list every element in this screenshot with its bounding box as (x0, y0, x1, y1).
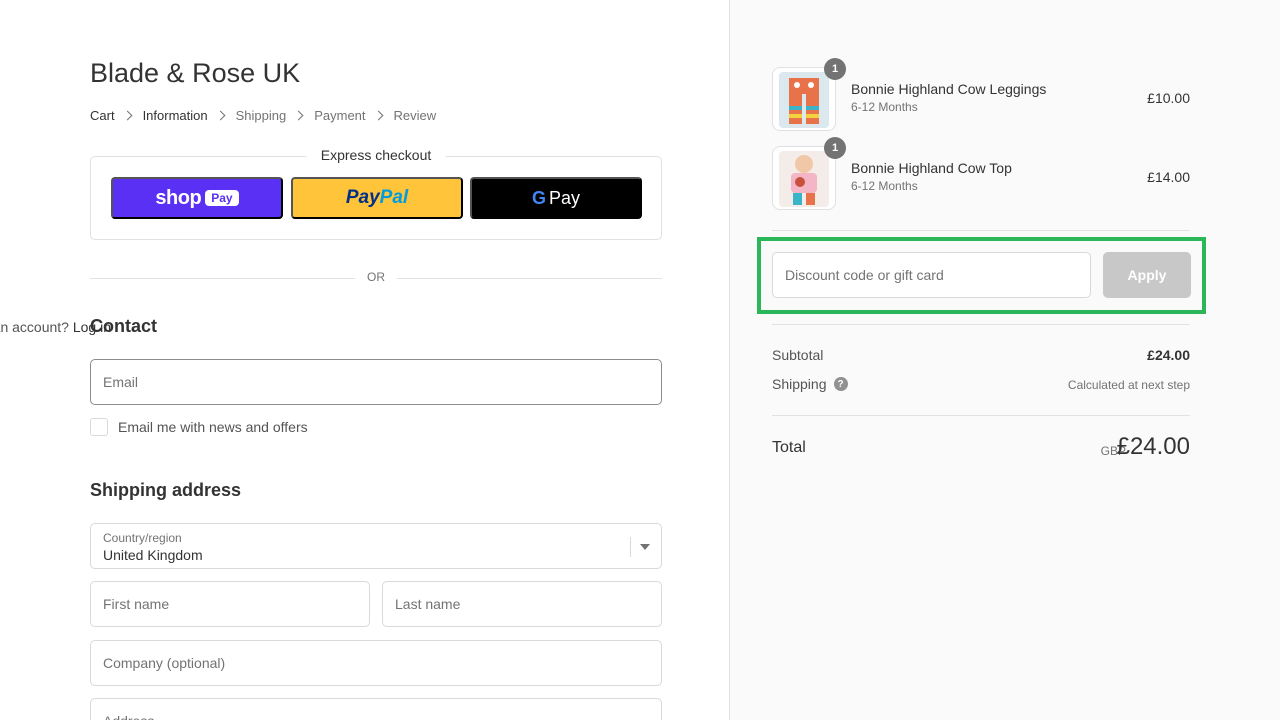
first-name-input[interactable] (90, 581, 370, 627)
top-image (779, 151, 829, 207)
summary-divider (772, 415, 1190, 416)
express-checkout-title: Express checkout (306, 147, 446, 163)
select-separator (630, 537, 631, 557)
breadcrumb-information: Information (142, 108, 208, 123)
newsletter-checkbox[interactable] (90, 418, 108, 436)
checkout-main: Blade & Rose UK Cart Information Shippin… (0, 0, 729, 720)
item-name: Bonnie Highland Cow Leggings (851, 81, 1047, 97)
discount-code-input[interactable] (772, 252, 1091, 298)
breadcrumb-cart[interactable]: Cart (90, 108, 115, 123)
country-value: United Kingdom (103, 547, 203, 563)
last-name-input[interactable] (382, 581, 662, 627)
shipping-address-title: Shipping address (90, 480, 242, 500)
total-label: Total (772, 439, 806, 456)
paypal-logo-part2: Pal (379, 187, 409, 208)
account-prompt: Have an account? Log in (0, 319, 111, 335)
or-divider: OR (90, 270, 662, 286)
summary-divider (772, 324, 1190, 325)
or-text: OR (367, 270, 385, 284)
subtotal-value: £24.00 (1147, 347, 1190, 363)
google-pay-logo: G Pay (532, 188, 580, 209)
newsletter-label: Email me with news and offers (118, 419, 308, 435)
chevron-right-icon (215, 110, 226, 121)
breadcrumb: Cart Information Shipping Payment Review (90, 108, 436, 123)
google-g-icon: G (531, 187, 546, 208)
breadcrumb-review: Review (393, 108, 437, 123)
country-select[interactable]: Country/region United Kingdom (90, 523, 662, 569)
chevron-right-icon (122, 110, 133, 121)
shipping-label: Shipping (772, 376, 827, 392)
chevron-right-icon (293, 110, 304, 121)
summary-divider (772, 230, 1190, 231)
google-pay-word: Pay (548, 187, 581, 208)
breadcrumb-shipping: Shipping (235, 108, 287, 123)
quantity-badge: 1 (824, 137, 846, 159)
store-name[interactable]: Blade & Rose UK (90, 58, 300, 89)
item-price: £14.00 (1147, 169, 1190, 185)
breadcrumb-payment: Payment (314, 108, 366, 123)
express-checkout: Express checkout shop Pay PayPal G Pay (90, 147, 662, 240)
paypal-logo-part1: Pay (345, 187, 380, 208)
login-link[interactable]: Log in (73, 319, 111, 335)
paypal-logo: PayPal (346, 187, 408, 209)
item-variant: 6-12 Months (851, 179, 918, 193)
item-variant: 6-12 Months (851, 100, 918, 114)
chevron-down-icon (640, 544, 650, 550)
newsletter-checkbox-row[interactable]: Email me with news and offers (90, 418, 308, 436)
country-label: Country/region (103, 531, 182, 545)
paypal-button[interactable]: PayPal (291, 177, 463, 219)
shipping-value: Calculated at next step (1067, 378, 1190, 392)
apply-discount-button[interactable]: Apply (1103, 252, 1191, 298)
line-item: 1 Bonnie Highland Cow Leggings 6-12 Mont… (772, 58, 1190, 131)
total-value: £24.00 (1116, 433, 1190, 460)
google-pay-button[interactable]: G Pay (470, 177, 642, 219)
address-input[interactable] (90, 698, 662, 720)
shop-pay-button[interactable]: shop Pay (111, 177, 283, 219)
shop-pay-pill: Pay (205, 190, 239, 206)
item-name: Bonnie Highland Cow Top (851, 160, 1012, 176)
product-thumbnail: 1 (772, 58, 846, 131)
divider-line (90, 278, 355, 279)
product-thumbnail: 1 (772, 137, 846, 210)
email-input[interactable] (90, 359, 662, 405)
shipping-label-row: Shipping ? (772, 376, 848, 392)
subtotal-label: Subtotal (772, 347, 824, 363)
item-price: £10.00 (1147, 90, 1190, 106)
line-item: 1 Bonnie Highland Cow Top 6-12 Months £1… (772, 137, 1190, 210)
help-icon[interactable]: ? (833, 377, 848, 391)
account-prompt-text: Have an account? (0, 319, 69, 335)
leggings-image (779, 72, 829, 128)
chevron-right-icon (373, 110, 383, 121)
shop-pay-logo: shop (155, 186, 202, 209)
divider-line (397, 278, 662, 279)
company-input[interactable] (90, 640, 662, 686)
quantity-badge: 1 (824, 58, 846, 80)
